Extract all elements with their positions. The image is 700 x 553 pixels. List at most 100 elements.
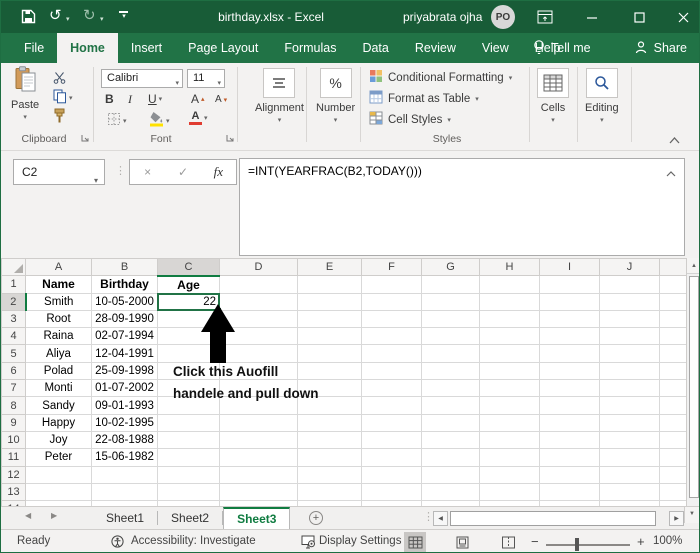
row-header-10[interactable]: 10	[1, 430, 26, 450]
underline-button[interactable]: U ▾	[148, 92, 162, 106]
bold-button[interactable]: B	[105, 92, 114, 106]
cell-G4[interactable]	[421, 327, 480, 346]
display-settings-button[interactable]: Display Settings	[319, 535, 401, 547]
font-dialog-launcher-icon[interactable]	[226, 133, 234, 145]
sheet-nav-right-icon[interactable]: ▶	[51, 511, 57, 520]
cell-J11[interactable]	[599, 448, 660, 467]
cell-B2[interactable]: 10-05-2000	[91, 293, 158, 311]
insert-function-icon[interactable]: fx	[201, 164, 236, 180]
cell-I7[interactable]	[539, 379, 600, 398]
row-header-3[interactable]: 3	[1, 309, 26, 329]
enter-icon[interactable]: ✓	[165, 165, 200, 179]
cells-button[interactable]: Cells ▾	[537, 68, 569, 124]
tell-me-button[interactable]: Tell me	[533, 33, 591, 63]
cell-F4[interactable]	[361, 327, 422, 346]
row-header-2[interactable]: 2	[1, 292, 27, 311]
accessibility-status[interactable]: Accessibility: Investigate	[131, 535, 256, 547]
cell-F7[interactable]	[361, 379, 422, 398]
cell-B3[interactable]: 28-09-1990	[91, 310, 158, 329]
cell-H1[interactable]	[479, 275, 540, 294]
column-header-F[interactable]: F	[361, 258, 422, 277]
cell-J3[interactable]	[599, 310, 660, 329]
cell-G9[interactable]	[421, 414, 480, 432]
view-page-layout-button[interactable]	[451, 532, 473, 552]
alignment-button[interactable]: Alignment ▾	[255, 68, 304, 124]
cell-D9[interactable]	[219, 414, 298, 432]
cell-J7[interactable]	[599, 379, 660, 398]
cell-G7[interactable]	[421, 379, 480, 398]
cell-B1[interactable]: Birthday	[91, 275, 158, 294]
cell-partial-1[interactable]	[659, 275, 687, 294]
cell-F2[interactable]	[361, 293, 422, 311]
conditional-formatting-button[interactable]: Conditional Formatting ▾	[369, 69, 512, 86]
cell-I4[interactable]	[539, 327, 600, 346]
row-header-7[interactable]: 7	[1, 379, 26, 398]
cell-J5[interactable]	[599, 344, 660, 363]
cell-A9[interactable]: Happy	[25, 414, 92, 432]
undo-icon[interactable]: ↺	[49, 6, 62, 24]
cancel-icon[interactable]: ×	[130, 165, 165, 179]
cell-F12[interactable]	[361, 466, 422, 484]
cell-E4[interactable]	[297, 327, 362, 346]
cell-G10[interactable]	[421, 431, 480, 450]
cell-H12[interactable]	[479, 466, 540, 484]
column-header-E[interactable]: E	[297, 258, 362, 277]
select-all-button[interactable]	[1, 258, 26, 277]
ribbon-tab-data[interactable]: Data	[349, 33, 401, 63]
cell-A5[interactable]: Aliya	[25, 344, 92, 363]
cell-F8[interactable]	[361, 396, 422, 415]
column-header-A[interactable]: A	[25, 258, 92, 277]
row-header-4[interactable]: 4	[1, 327, 26, 346]
ribbon-tab-page-layout[interactable]: Page Layout	[175, 33, 271, 63]
cell-D10[interactable]	[219, 431, 298, 450]
cell-G11[interactable]	[421, 448, 480, 467]
cell-partial-8[interactable]	[659, 396, 687, 415]
cell-H8[interactable]	[479, 396, 540, 415]
cell-A11[interactable]: Peter	[25, 448, 92, 467]
sheet-nav-left-icon[interactable]: ◀	[25, 511, 31, 520]
formula-bar-collapse-icon[interactable]	[666, 166, 676, 180]
cell-B11[interactable]: 15-06-1982	[91, 448, 158, 467]
number-button[interactable]: % Number ▾	[316, 68, 355, 124]
cell-A8[interactable]: Sandy	[25, 396, 92, 415]
view-page-break-button[interactable]	[497, 532, 519, 552]
customize-quick-access-icon[interactable]: ▾	[119, 11, 129, 20]
row-header-12[interactable]: 12	[1, 465, 26, 484]
cut-button[interactable]	[53, 71, 66, 87]
avatar[interactable]: PO	[491, 5, 515, 29]
column-header-D[interactable]: D	[219, 258, 298, 277]
cell-partial-2[interactable]	[659, 293, 687, 311]
copy-button[interactable]: ▾	[53, 89, 73, 107]
cell-I10[interactable]	[539, 431, 600, 450]
cell-H7[interactable]	[479, 379, 540, 398]
cell-partial-4[interactable]	[659, 327, 687, 346]
cell-E9[interactable]	[297, 414, 362, 432]
cell-J6[interactable]	[599, 362, 660, 381]
cell-J12[interactable]	[599, 466, 660, 484]
sheet-tab-sheet2[interactable]: Sheet2	[158, 507, 222, 529]
row-header-6[interactable]: 6	[1, 361, 26, 381]
cell-H5[interactable]	[479, 344, 540, 363]
cell-I2[interactable]	[539, 293, 600, 311]
column-header-C[interactable]: C	[157, 258, 220, 277]
font-name-select[interactable]: Calibri ▾	[101, 69, 183, 88]
cell-D12[interactable]	[219, 466, 298, 484]
cell-C1[interactable]: Age	[157, 275, 220, 294]
cell-G13[interactable]	[421, 483, 480, 502]
cell-H6[interactable]	[479, 362, 540, 381]
cell-I12[interactable]	[539, 466, 600, 484]
cell-G8[interactable]	[421, 396, 480, 415]
cell-B12[interactable]	[91, 466, 158, 484]
cell-F6[interactable]	[361, 362, 422, 381]
cell-styles-button[interactable]: Cell Styles ▾	[369, 111, 451, 128]
ribbon-display-options-icon[interactable]	[537, 10, 553, 29]
cell-J2[interactable]	[599, 293, 660, 311]
cell-I11[interactable]	[539, 448, 600, 467]
cell-partial-9[interactable]	[659, 414, 687, 432]
zoom-slider[interactable]	[546, 544, 630, 546]
cell-G6[interactable]	[421, 362, 480, 381]
cell-A6[interactable]: Polad	[25, 362, 92, 381]
column-header-J[interactable]: J	[599, 258, 660, 277]
cell-I1[interactable]	[539, 275, 600, 294]
formula-input[interactable]: =INT(YEARFRAC(B2,TODAY()))	[239, 158, 685, 256]
